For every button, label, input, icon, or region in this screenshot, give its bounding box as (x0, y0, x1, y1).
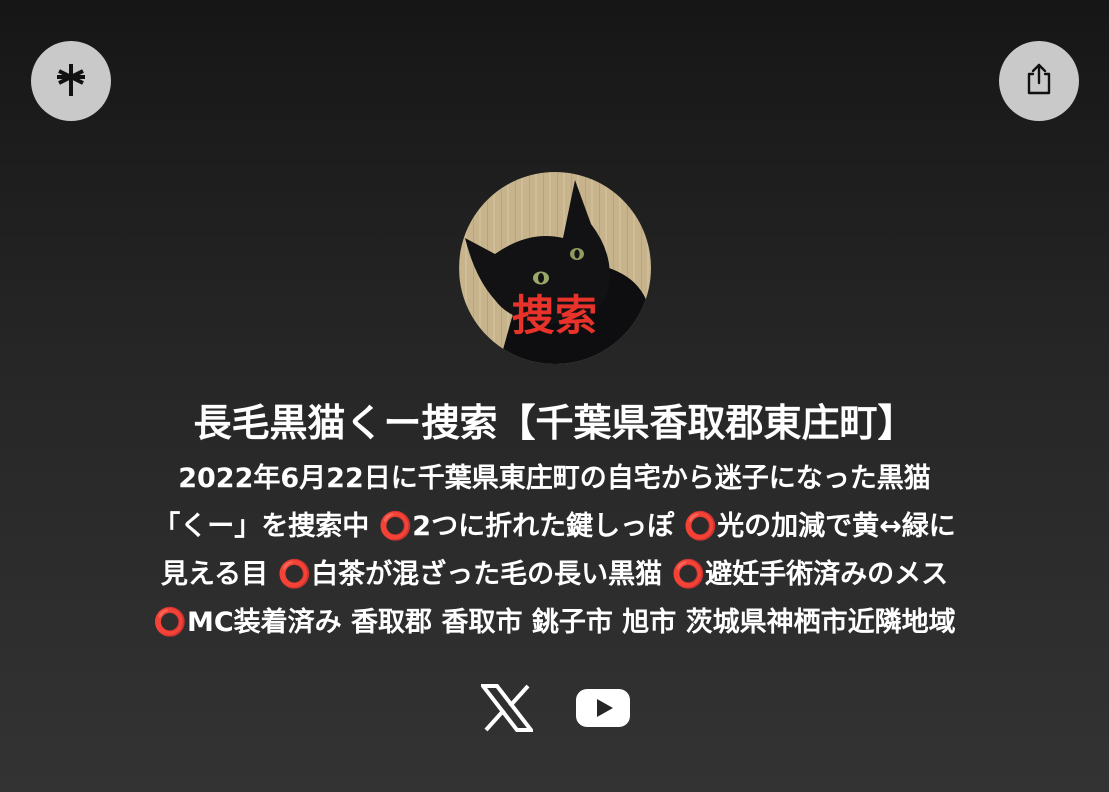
share-button[interactable] (999, 41, 1079, 121)
bio-line: 2022年6月22日に千葉県東庄町の自宅から迷子になった黒猫 (178, 463, 931, 494)
youtube-link[interactable] (575, 682, 631, 738)
bio-line: ⭕MC装着済み 香取郡 香取市 銚子市 旭市 茨城県神栖市近隣地域 (153, 607, 956, 638)
profile-bio: 2022年6月22日に千葉県東庄町の自宅から迷子になった黒猫 「くー」を捜索中 … (60, 455, 1049, 647)
share-icon (1023, 62, 1055, 100)
x-icon (478, 684, 535, 736)
linktree-button[interactable] (31, 41, 111, 121)
social-links (0, 682, 1109, 738)
bio-line: 「くー」を捜索中 ⭕2つに折れた鍵しっぽ ⭕光の加減で黄↔緑に (153, 511, 956, 542)
x-link[interactable] (478, 682, 535, 738)
youtube-icon (575, 689, 630, 731)
avatar-search-label: 捜索 (511, 291, 598, 340)
linktree-asterisk-icon (56, 62, 86, 100)
bio-line: 見える目 ⭕白茶が混ざった毛の長い黒猫 ⭕避妊手術済みのメス (160, 559, 949, 590)
profile-avatar: 捜索 (459, 172, 651, 364)
profile-title: 長毛黒猫くー捜索【千葉県香取郡東庄町】 (193, 401, 916, 445)
